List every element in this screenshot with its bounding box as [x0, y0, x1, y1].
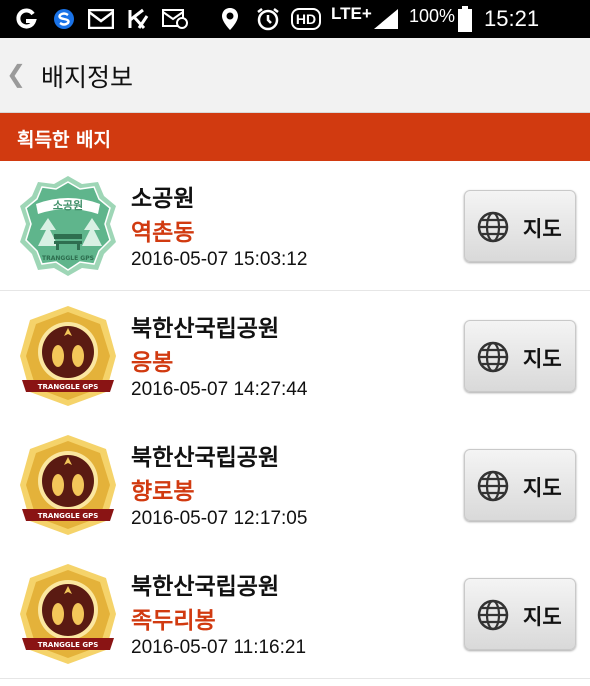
badge-datetime: 2016-05-07 14:27:44: [131, 379, 308, 400]
mail-icon: [88, 7, 114, 31]
map-button[interactable]: 지도: [464, 449, 576, 521]
hd-label: HD: [290, 8, 322, 30]
badge-list-item: TRANGGLE GPS 북한산국립공원 족두리봉 2016-05-07 11:…: [0, 549, 590, 679]
lte-indicator: LTE+: [331, 4, 372, 23]
map-button-label: 지도: [523, 476, 562, 500]
badge-list-item: TRANGGLE GPS 북한산국립공원 응봉 2016-05-07 14:27…: [0, 291, 590, 421]
app-g-icon: [14, 7, 38, 31]
mountain-badge-icon: TRANGGLE GPS: [20, 435, 116, 535]
mountain-badge-footer: TRANGGLE GPS: [38, 383, 99, 391]
app-header: ❮ 배지정보: [0, 38, 590, 113]
alarm-clock-icon: [255, 7, 281, 31]
badge-list-item: 소공원 TRANGGLE GPS 소공원 역촌동 2016-05-07 15:0…: [0, 161, 590, 291]
badge-place-name: 소공원: [131, 186, 195, 212]
badge-place-name: 북한산국립공원: [131, 574, 280, 600]
mountain-badge-footer: TRANGGLE GPS: [38, 512, 99, 520]
clock-time: 15:21: [484, 6, 540, 31]
map-button[interactable]: 지도: [464, 578, 576, 650]
map-button[interactable]: 지도: [464, 190, 576, 262]
page-title: 배지정보: [41, 63, 134, 92]
section-title: 획득한 배지: [17, 129, 112, 151]
mountain-badge-icon: TRANGGLE GPS: [20, 306, 116, 406]
location-pin-icon: [219, 7, 241, 31]
park-badge-text: 소공원: [53, 198, 83, 212]
globe-icon: [477, 470, 509, 502]
battery-icon: [457, 6, 473, 32]
badge-spot-name: 응봉: [131, 350, 174, 376]
mountain-badge-footer: TRANGGLE GPS: [38, 641, 99, 649]
signal-strength-icon: [372, 7, 400, 31]
badge-datetime: 2016-05-07 12:17:05: [131, 508, 308, 529]
map-button-label: 지도: [523, 347, 562, 371]
badge-list-item: TRANGGLE GPS 북한산국립공원 향로봉 2016-05-07 12:1…: [0, 420, 590, 550]
mountain-badge-icon: TRANGGLE GPS: [20, 564, 116, 664]
hd-voice-icon: HD: [288, 7, 324, 31]
badge-spot-name: 족두리봉: [131, 608, 216, 634]
badge-datetime: 2016-05-07 15:03:12: [131, 249, 308, 270]
status-bar: HD LTE+ 100% 15:21: [0, 0, 590, 38]
app-s-icon: [52, 7, 76, 31]
back-chevron-icon[interactable]: ❮: [6, 60, 26, 88]
battery-percent: 100%: [409, 6, 456, 26]
badge-place-name: 북한산국립공원: [131, 316, 280, 342]
badge-spot-name: 향로봉: [131, 479, 195, 505]
badge-place-name: 북한산국립공원: [131, 445, 280, 471]
app-k-icon: [126, 7, 150, 31]
park-badge-icon: 소공원 TRANGGLE GPS: [20, 176, 116, 276]
globe-icon: [477, 341, 509, 373]
park-badge-footer: TRANGGLE GPS: [42, 255, 94, 262]
badge-datetime: 2016-05-07 11:16:21: [131, 637, 307, 658]
badge-spot-name: 역촌동: [131, 220, 195, 246]
map-button[interactable]: 지도: [464, 320, 576, 392]
email-at-icon: [162, 7, 188, 31]
globe-icon: [477, 599, 509, 631]
globe-icon: [477, 211, 509, 243]
section-header: 획득한 배지: [0, 113, 590, 161]
map-button-label: 지도: [523, 605, 562, 629]
map-button-label: 지도: [523, 217, 562, 241]
